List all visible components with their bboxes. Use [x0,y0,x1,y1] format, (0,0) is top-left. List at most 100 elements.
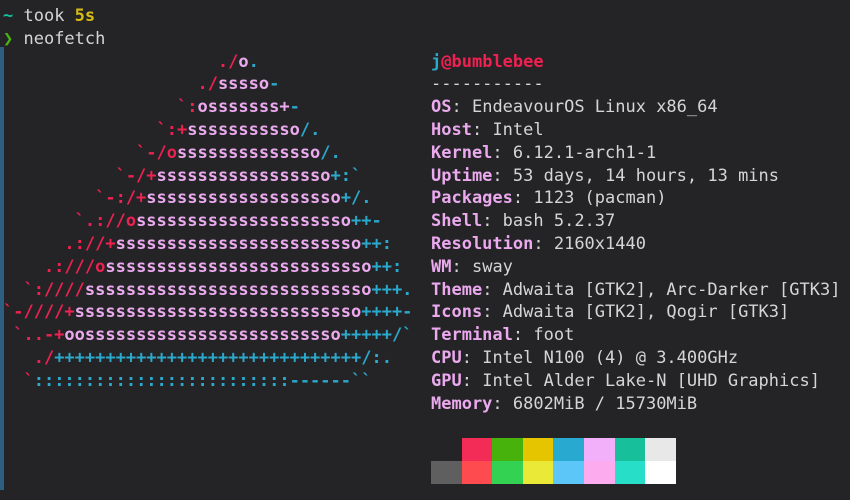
neofetch-info-column: j@bumblebee ----------- OS: EndeavourOS … [431,51,840,484]
text-segment: .:///o [3,257,105,277]
text-segment: +++. [371,280,412,300]
info-entry: CPU: Intel N100 (4) @ 3.400GHz [431,347,840,370]
info-value: 1123 (pacman) [533,188,666,208]
info-label: Resolution [431,234,533,254]
text-segment: .://+ [3,234,116,254]
palette-swatch [492,438,523,461]
ascii-art-line: `:+sssssssssso/. [3,119,412,142]
label-separator: : [513,188,533,208]
info-value: 2160x1440 [554,234,646,254]
info-value: Intel Alder Lake-N [UHD Graphics] [482,371,820,391]
info-entry: Packages: 1123 (pacman) [431,187,840,210]
info-value: 53 days, 14 hours, 13 mins [513,166,779,186]
label-separator: : [513,325,533,345]
ascii-art-line: ./sssso- [3,73,412,96]
ascii-art-line: `-/+sssssssssssssssso+:` [3,165,412,188]
text-segment: ssssssssssssssssssssssssssso [75,302,362,322]
palette-swatch [615,438,646,461]
label-separator: : [462,371,482,391]
text-segment: `-/+ [3,166,157,186]
info-label: Memory [431,394,492,414]
text-segment: ++: [371,257,402,277]
text-segment: sssssssssssssssso [157,166,331,186]
text-segment: ./ [3,52,238,72]
ascii-art-line: `..-+oosssssssssssssssssssssssso+++++/` [3,324,412,347]
color-palette [431,438,840,484]
palette-swatch [462,461,493,484]
label-separator: : [492,166,512,186]
ascii-art-line: ./o. [3,51,412,74]
ascii-art-line: `-/ossssssssssssso/. [3,142,412,165]
text-segment: oosssssssssssssssssssssssso [64,325,340,345]
label-separator: : [462,348,482,368]
info-label: Terminal [431,325,513,345]
info-label: WM [431,257,451,277]
info-label: Host [431,120,472,140]
label-separator: : [482,280,502,300]
text-segment: took [13,6,74,26]
ascii-art-line: `.://osssssssssssssssssssso++- [3,210,412,233]
text-segment: :::::::::::::::::::::::::------`` [34,371,372,391]
text-segment: `://// [3,280,85,300]
label-separator: : [451,97,471,117]
text-segment: `..-+ [3,325,64,345]
text-segment: +++++/` [341,325,413,345]
terminal-screen[interactable]: ~ took 5s ❯ neofetch ./o. ./sssso- `:oss… [3,5,412,393]
info-entry: Shell: bash 5.2.37 [431,210,840,233]
text-segment: . [249,52,259,72]
info-entry: GPU: Intel Alder Lake-N [UHD Graphics] [431,370,840,393]
info-entry: Theme: Adwaita [GTK2], Arc-Darker [GTK3] [431,279,840,302]
text-segment: /. [300,120,320,140]
text-segment: ❯ [3,29,13,49]
label-separator: : [482,302,502,322]
palette-swatch [523,438,554,461]
text-segment: sssso [218,74,269,94]
ascii-art-line: `:osssssss+- [3,96,412,119]
text-segment: `-:/+ [3,188,146,208]
info-entry: OS: EndeavourOS Linux x86_64 [431,96,840,119]
at-sign: @ [441,52,451,72]
ascii-art-line: `-:/+sssssssssssssssssso+/. [3,187,412,210]
palette-swatch [645,438,676,461]
text-segment: ssssssssssssssssssssssssssso [85,280,372,300]
palette-swatch [615,461,646,484]
palette-swatch [431,461,462,484]
text-segment: +/. [341,188,372,208]
terminal-window: ~ took 5s ❯ neofetch ./o. ./sssso- `:oss… [0,0,850,500]
info-entry: Uptime: 53 days, 14 hours, 13 mins [431,165,840,188]
username: j [431,52,441,72]
info-entry: WM: sway [431,256,840,279]
text-segment: sssssssssssssssssssso [136,211,351,231]
title-separator: ----------- [431,73,840,96]
text-segment: ++++++++++++++++++++++++++++++/:. [54,348,392,368]
palette-swatch [553,461,584,484]
palette-row-bright [431,461,840,484]
palette-swatch [584,461,615,484]
info-label: Uptime [431,166,492,186]
info-value: Intel [492,120,543,140]
info-entry: Resolution: 2160x1440 [431,233,840,256]
info-entry: Kernel: 6.12.1-arch1-1 [431,142,840,165]
info-value: sway [472,257,513,277]
text-segment: ssssssssssssssssssssssso [116,234,362,254]
text-segment: `-////+ [3,302,75,322]
text-segment: `.://o [3,211,136,231]
info-label: Shell [431,211,482,231]
info-label: CPU [431,348,462,368]
info-value: 6.12.1-arch1-1 [513,143,656,163]
info-value: Adwaita [GTK2], Arc-Darker [GTK3] [503,280,841,300]
info-label: Kernel [431,143,492,163]
ascii-art-line: .://+ssssssssssssssssssssssso++: [3,233,412,256]
ascii-art-line: `-////+ssssssssssssssssssssssssssso++++- [3,301,412,324]
palette-swatch [523,461,554,484]
palette-swatch [645,461,676,484]
info-entry: Host: Intel [431,119,840,142]
hostname: bumblebee [452,52,544,72]
text-segment: sssssssssso [187,120,300,140]
label-separator: : [472,120,492,140]
text-segment: sssssssssssssssssso [146,188,340,208]
info-label: Packages [431,188,513,208]
info-value: bash 5.2.37 [503,211,616,231]
text-segment: `-/o [3,143,177,163]
info-entry: Terminal: foot [431,324,840,347]
